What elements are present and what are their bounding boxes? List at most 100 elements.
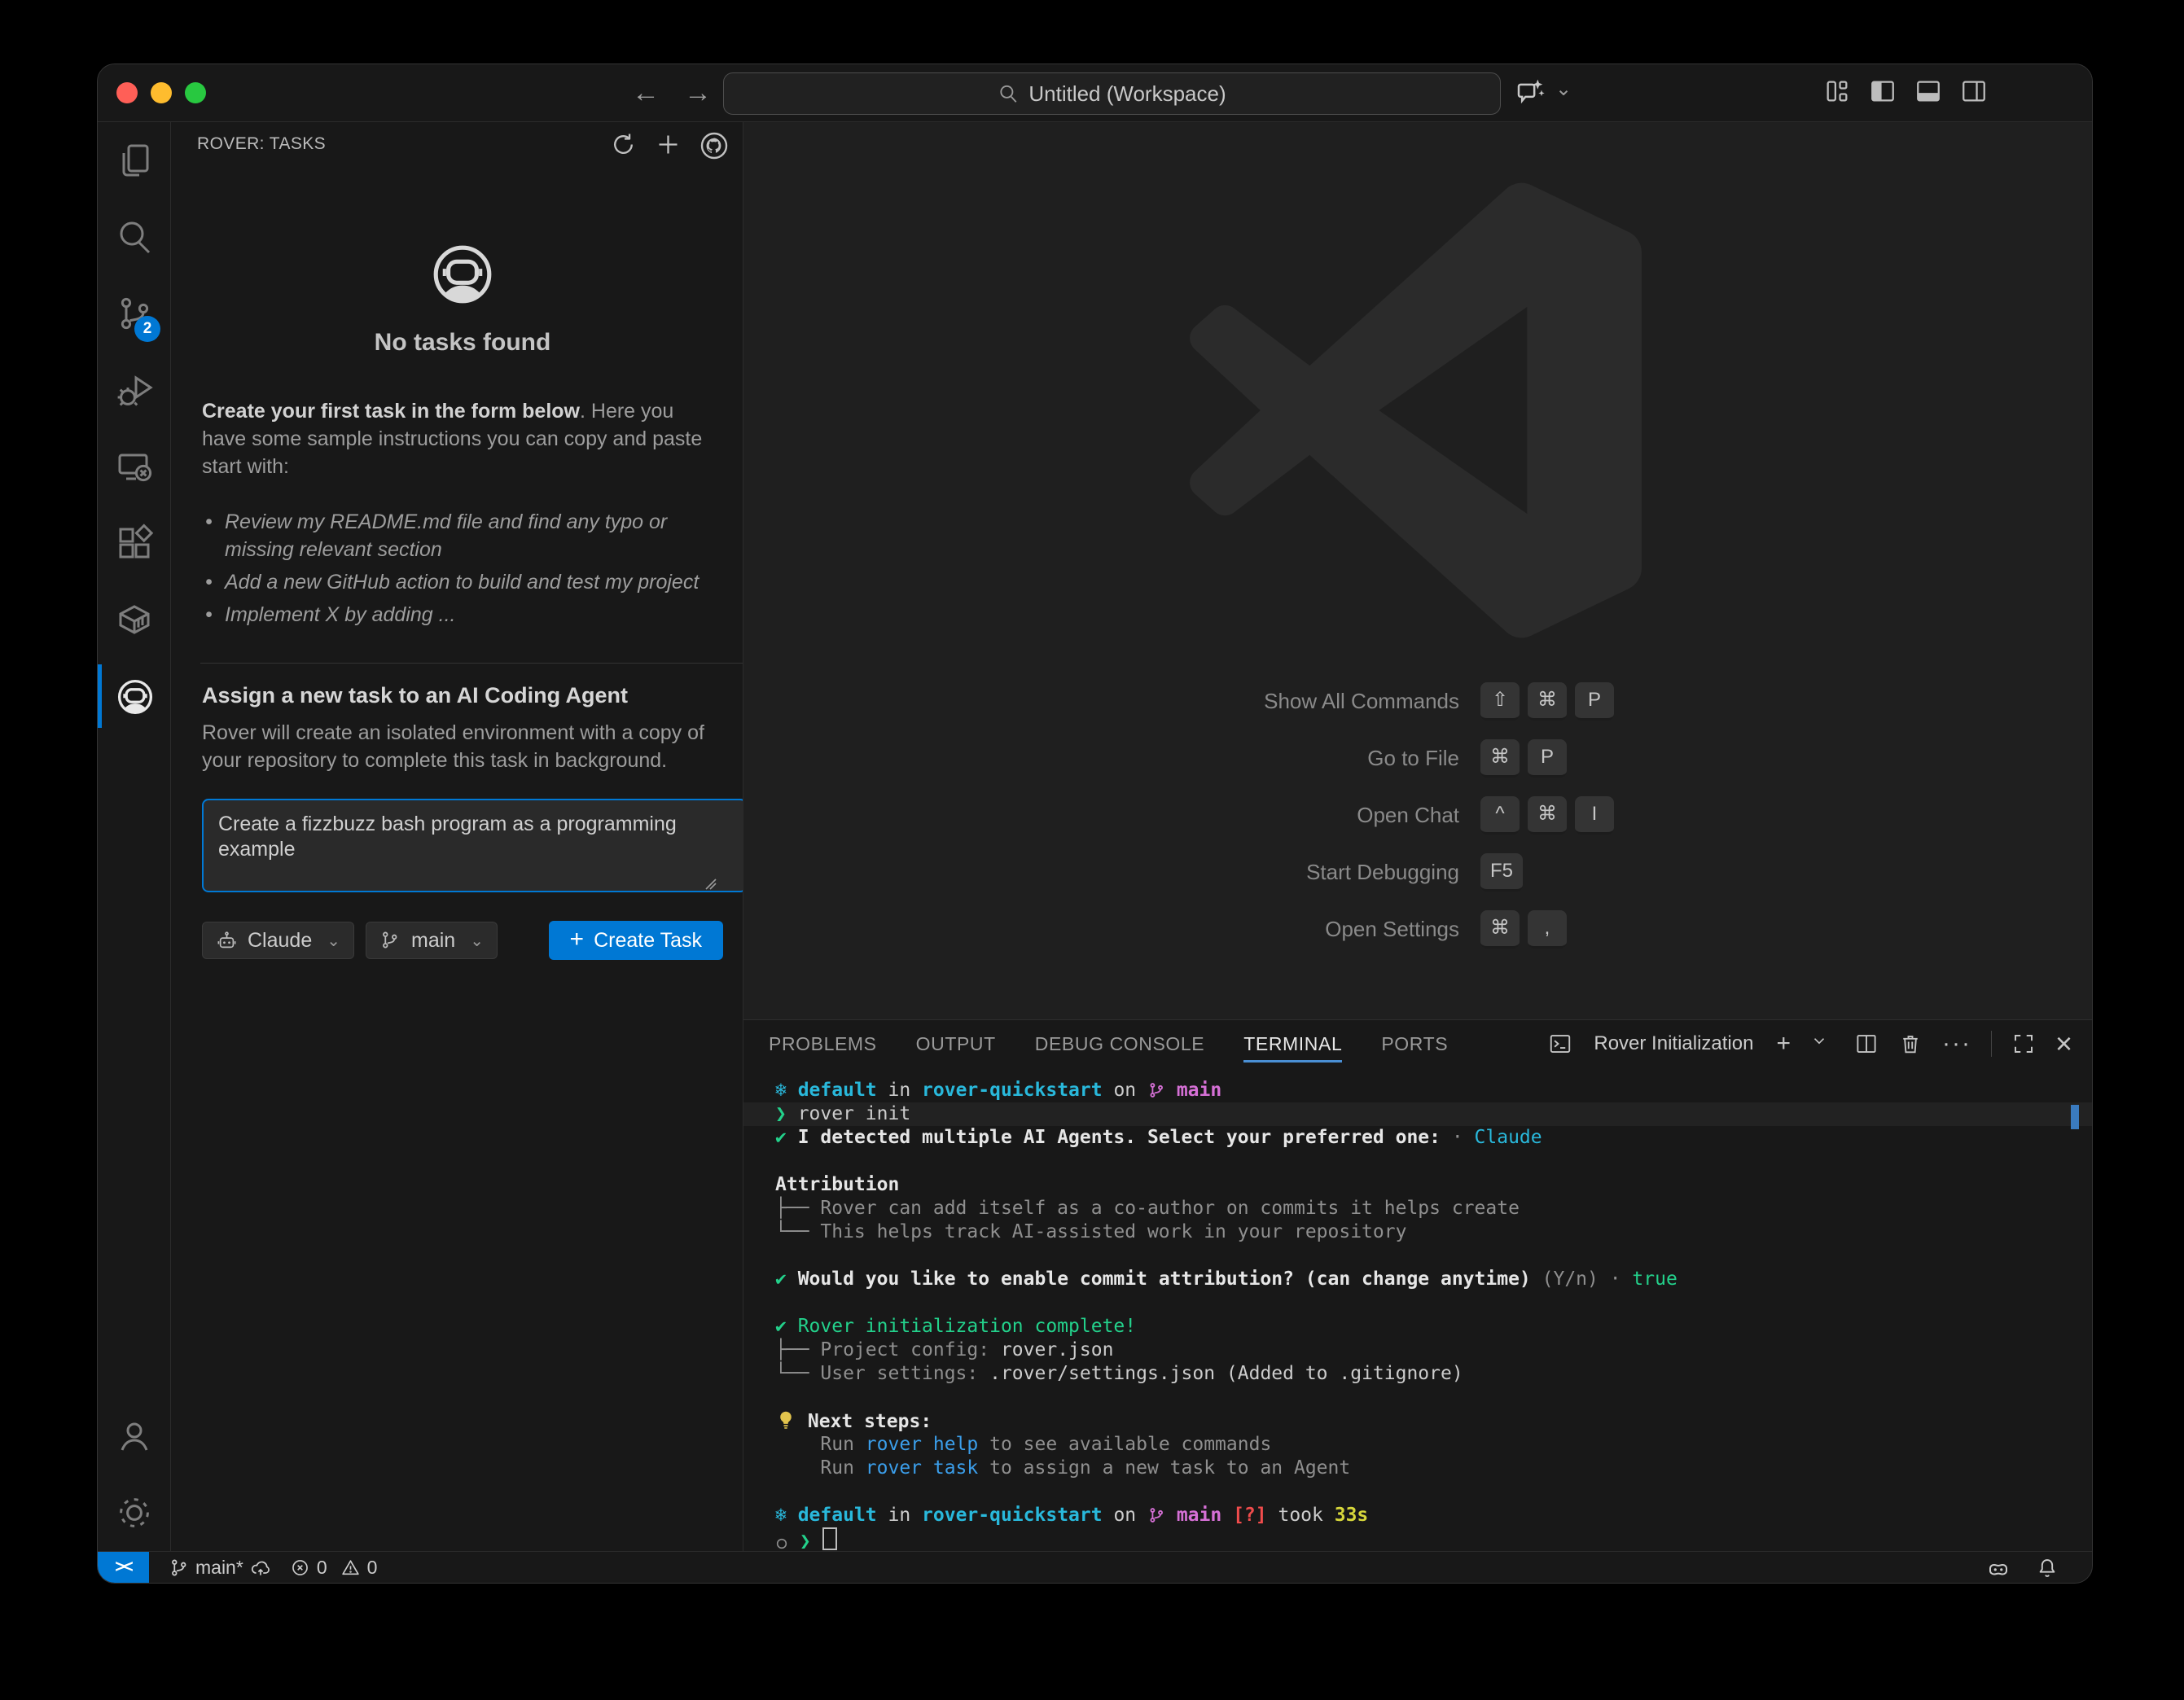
shortcut-row: Open Chat^⌘I <box>743 796 2092 834</box>
terminal-text: ❯ <box>775 1103 798 1124</box>
panel-divider <box>1991 1031 1992 1057</box>
new-terminal-icon[interactable]: + <box>1776 1032 1791 1056</box>
back-button[interactable]: ← <box>629 76 663 110</box>
key-chip: , <box>1528 910 1567 949</box>
sidebar-item-rover-tasks[interactable] <box>98 658 170 734</box>
toggle-secondary-sidebar-icon[interactable] <box>1960 77 1988 105</box>
scm-badge: 2 <box>134 316 160 342</box>
terminal-text: ├── <box>775 1339 820 1360</box>
terminal-text: to assign a new task to an Agent <box>978 1457 1350 1479</box>
vscode-window: ← → Untitled (Workspace) ⌄ 2 <box>97 64 2093 1584</box>
shortcut-row: Start DebuggingF5 <box>743 853 2092 891</box>
files-icon <box>115 141 154 180</box>
branch-status-item[interactable]: main* <box>169 1557 270 1579</box>
resize-grip-icon[interactable] <box>704 877 717 890</box>
terminal-text: Attribution <box>775 1174 899 1195</box>
terminal-dropdown-chevron-icon[interactable] <box>1810 1032 1835 1056</box>
terminal-text: · <box>1599 1268 1633 1290</box>
error-icon <box>290 1558 310 1578</box>
sidebar-item-explorer[interactable] <box>98 122 170 199</box>
sample-instructions-list: Review my README.md file and find any ty… <box>202 508 723 629</box>
chevron-down-icon: ⌄ <box>470 931 484 951</box>
sidebar-item-remote-explorer[interactable] <box>98 428 170 505</box>
copilot-menu[interactable]: ⌄ <box>1515 76 1572 108</box>
terminal-line: ❯ rover init <box>743 1102 2092 1126</box>
shortcut-keys: ^⌘I <box>1480 796 1614 835</box>
task-description-input[interactable]: Create a fizzbuzz bash program as a prog… <box>202 799 743 892</box>
terminal-text: [?] <box>1221 1505 1266 1526</box>
remote-indicator[interactable]: >< <box>98 1552 149 1583</box>
terminal-text: Run <box>775 1434 866 1455</box>
sidebar-item-run-debug[interactable] <box>98 352 170 428</box>
terminal-session-label[interactable]: Rover Initialization <box>1594 1032 1753 1055</box>
assign-task-heading: Assign a new task to an AI Coding Agent <box>202 681 723 709</box>
refresh-icon[interactable] <box>610 131 637 158</box>
intro-text: Create your first task in the form below… <box>202 397 723 480</box>
sidebar-item-containers[interactable] <box>98 581 170 658</box>
terminal-text: └── <box>775 1363 820 1384</box>
tab-problems[interactable]: PROBLEMS <box>769 1020 877 1067</box>
problems-status-item[interactable]: 0 0 <box>290 1557 378 1579</box>
branch-select[interactable]: main ⌄ <box>366 922 498 959</box>
shortcut-label: Open Settings <box>743 917 1459 942</box>
close-panel-icon[interactable]: × <box>2055 1032 2072 1056</box>
split-terminal-icon[interactable] <box>1854 1032 1879 1056</box>
agent-select[interactable]: Claude ⌄ <box>202 922 354 959</box>
list-item: Review my README.md file and find any ty… <box>225 508 723 563</box>
toggle-primary-sidebar-icon[interactable] <box>1869 77 1897 105</box>
terminal-text: rover init <box>798 1103 910 1124</box>
extensions-icon <box>115 524 154 563</box>
shortcut-keys: ⇧⌘P <box>1480 682 1614 721</box>
copilot-status-icon[interactable] <box>1986 1557 2008 1579</box>
account-icon <box>115 1417 154 1456</box>
terminal-scrollbar-thumb[interactable] <box>2071 1105 2079 1129</box>
customize-layout-icon[interactable] <box>1823 77 1851 105</box>
terminal-line: ❄ default in rover-quickstart on main <box>775 1079 2068 1102</box>
shortcut-label: Go to File <box>743 746 1459 771</box>
error-count: 0 <box>317 1557 327 1579</box>
toggle-panel-icon[interactable] <box>1914 77 1942 105</box>
terminal-text: on <box>1103 1505 1147 1526</box>
maximize-panel-icon[interactable] <box>2011 1032 2036 1056</box>
terminal-line <box>775 1386 2068 1409</box>
terminal-text: └── <box>775 1221 820 1242</box>
status-bar: >< main* 0 0 <box>98 1551 2092 1583</box>
forward-button[interactable]: → <box>681 76 715 110</box>
terminal-text: rover help <box>866 1434 978 1455</box>
sidebar-item-extensions[interactable] <box>98 505 170 581</box>
command-center-search[interactable]: Untitled (Workspace) <box>723 72 1501 115</box>
account-button[interactable] <box>98 1398 170 1474</box>
terminal-text: main <box>1165 1080 1221 1101</box>
git-branch-icon <box>169 1558 189 1578</box>
minimize-window-button[interactable] <box>151 82 172 103</box>
tab-terminal[interactable]: TERMINAL <box>1243 1020 1342 1067</box>
tab-debug-console[interactable]: DEBUG CONSOLE <box>1035 1020 1204 1067</box>
tab-ports[interactable]: PORTS <box>1381 1020 1448 1067</box>
sample-instruction: Implement X by adding ... <box>225 603 455 626</box>
terminal-text: true <box>1632 1268 1677 1290</box>
github-icon[interactable] <box>699 131 726 158</box>
agent-select-value: Claude <box>248 929 312 953</box>
kill-terminal-icon[interactable] <box>1898 1032 1923 1056</box>
more-actions-icon[interactable]: ··· <box>1942 1032 1971 1056</box>
terminal-line: ├── Rover can add itself as a co-author … <box>775 1197 2068 1220</box>
terminal-text: Next steps: <box>796 1411 932 1432</box>
warning-icon <box>340 1558 361 1578</box>
terminal-output[interactable]: ❄ default in rover-quickstart on main❯ r… <box>743 1067 2092 1551</box>
terminal-line: ❯ <box>775 1527 2068 1551</box>
terminal-text: I detected multiple AI Agents. Select yo… <box>798 1127 1441 1148</box>
branch-select-value: main <box>411 929 455 953</box>
search-icon <box>115 217 154 256</box>
tab-output[interactable]: OUTPUT <box>916 1020 996 1067</box>
add-task-icon[interactable] <box>655 131 682 158</box>
settings-button[interactable] <box>98 1474 170 1551</box>
section-divider <box>200 663 743 664</box>
git-branch-icon <box>1147 1505 1165 1526</box>
sidebar-item-search[interactable] <box>98 199 170 275</box>
create-task-button[interactable]: + Create Task <box>549 921 723 960</box>
close-window-button[interactable] <box>116 82 138 103</box>
notifications-bell-icon[interactable] <box>2036 1557 2058 1579</box>
terminal-line: ├── Project config: rover.json <box>775 1339 2068 1362</box>
sidebar-item-source-control[interactable]: 2 <box>98 275 170 352</box>
zoom-window-button[interactable] <box>185 82 206 103</box>
